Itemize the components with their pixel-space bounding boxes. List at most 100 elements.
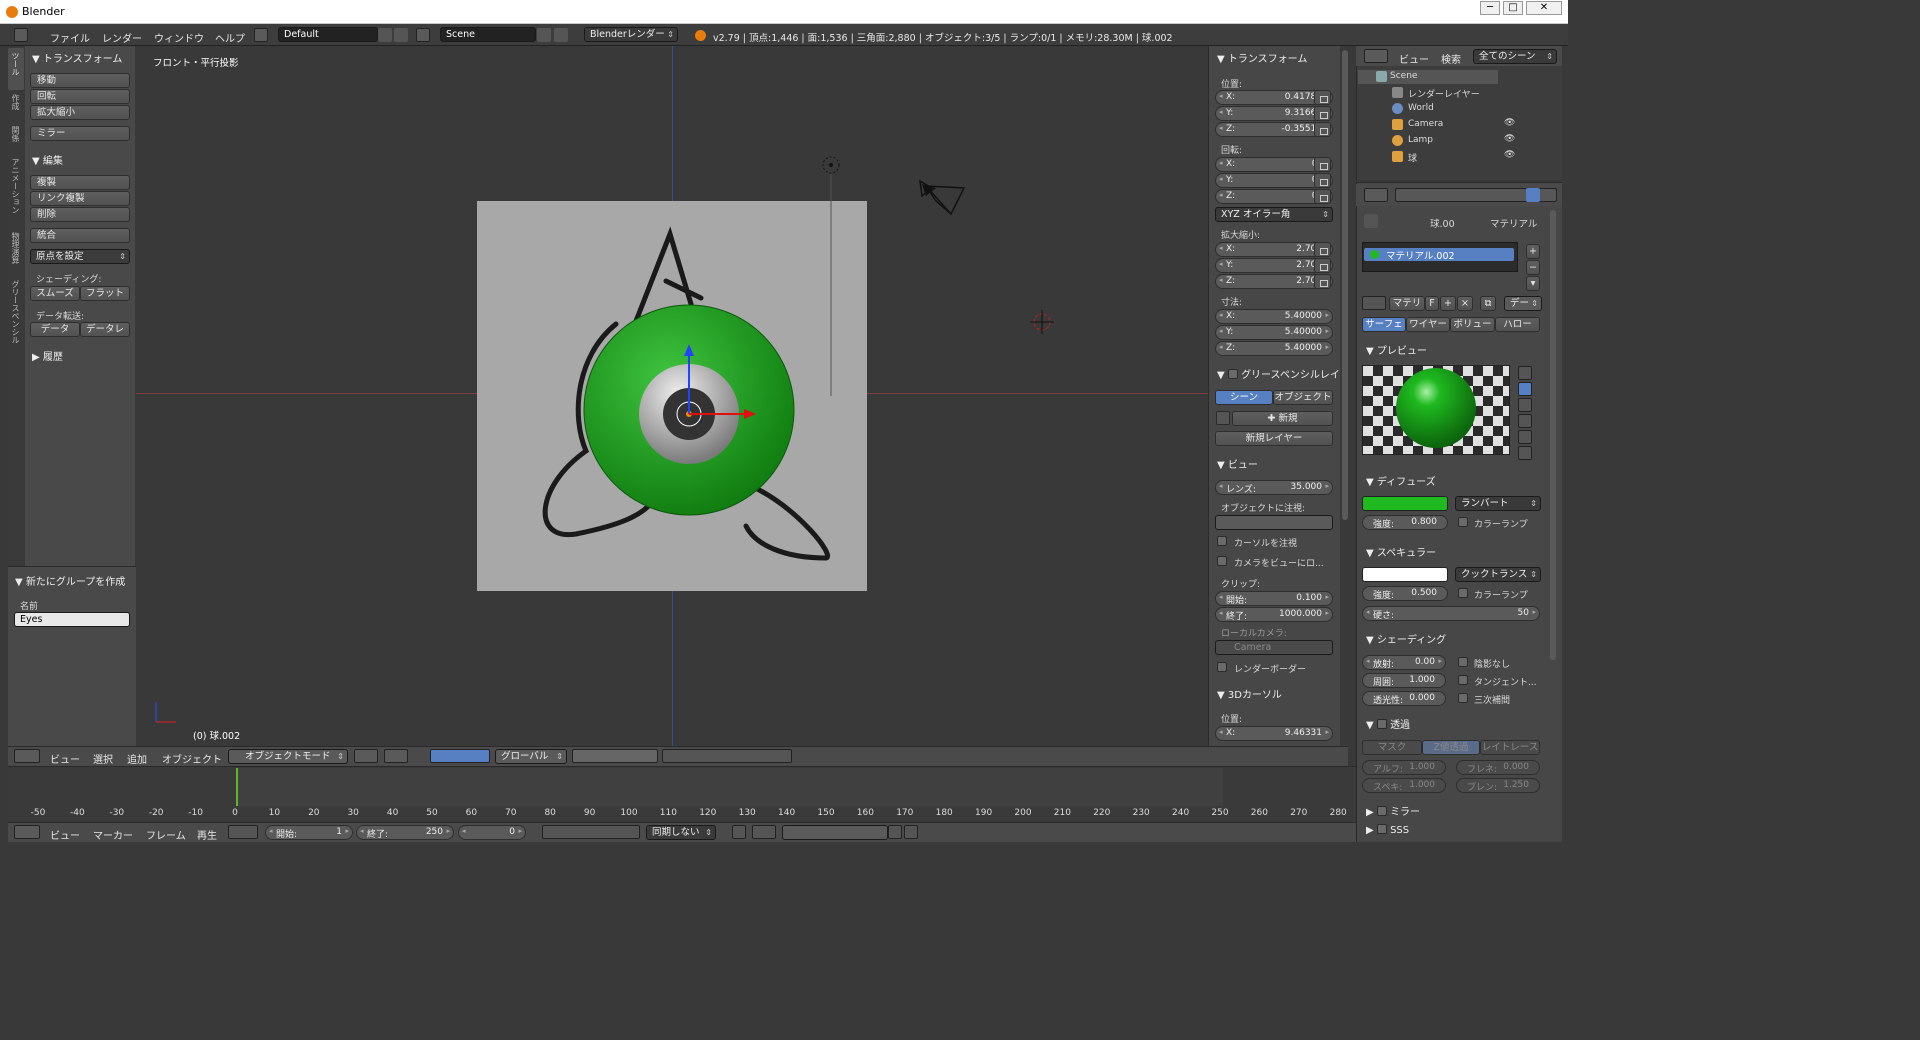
- shading-icon[interactable]: [354, 749, 378, 763]
- emit-field[interactable]: ◂ 放射: 0.00 ▸: [1362, 655, 1446, 670]
- view3d-menu-add[interactable]: 追加: [127, 751, 147, 766]
- mirror-button[interactable]: ミラー: [30, 126, 130, 141]
- add-layout-icon[interactable]: [378, 28, 392, 42]
- screen-layout-icon[interactable]: [254, 28, 268, 42]
- toolshelf-transform-header[interactable]: ▼ トランスフォーム: [32, 50, 122, 65]
- lock-location-y-icon[interactable]: [1314, 106, 1331, 121]
- join-button[interactable]: 統合: [30, 228, 130, 243]
- layers-icon[interactable]: [572, 749, 658, 763]
- gp-object-button[interactable]: オブジェクト: [1273, 390, 1333, 405]
- timeline-menu-frame[interactable]: フレーム: [146, 827, 186, 842]
- visibility-eye-icon[interactable]: 👁: [1504, 150, 1515, 160]
- view3d-menu-select[interactable]: 選択: [93, 751, 113, 766]
- slot-menu-button[interactable]: ▾: [1526, 276, 1540, 291]
- mirror-checkbox[interactable]: [1376, 806, 1387, 816]
- preview-cube-icon[interactable]: [1518, 398, 1532, 412]
- specular-ramp-checkbox[interactable]: [1458, 588, 1468, 598]
- editor-type-icon[interactable]: [14, 749, 40, 763]
- lock-rotation-y-icon[interactable]: [1314, 173, 1331, 188]
- shadeless-checkbox[interactable]: [1458, 657, 1468, 667]
- add-slot-button[interactable]: +: [1526, 244, 1540, 259]
- material-name-field[interactable]: マテリ: [1389, 296, 1425, 311]
- scene-icon[interactable]: [416, 28, 430, 42]
- cursor-x-field[interactable]: ◂ X: 9.46331 ▸: [1215, 726, 1333, 741]
- duplicate-linked-button[interactable]: リンク複製: [30, 191, 130, 206]
- view3d-menu-view[interactable]: ビュー: [50, 751, 80, 766]
- render-border-checkbox[interactable]: [1217, 662, 1227, 672]
- translate-button[interactable]: 移動: [30, 73, 130, 88]
- outliner-row-camera[interactable]: Camera 👁: [1358, 118, 1548, 132]
- end-frame-field[interactable]: ◂ 終了: 250 ▸: [356, 825, 454, 840]
- timeline-menu-marker[interactable]: マーカー: [93, 827, 133, 842]
- timeline-menu-view[interactable]: ビュー: [50, 827, 80, 842]
- lock-rotation-z-icon[interactable]: [1314, 189, 1331, 204]
- lock-scale-x-icon[interactable]: [1314, 242, 1331, 257]
- maximize-button[interactable]: □: [1503, 1, 1523, 15]
- data-transfer-button[interactable]: データ: [30, 322, 80, 337]
- npanel-scrollbar[interactable]: [1342, 50, 1348, 520]
- tab-grease-pencil[interactable]: グリースペンシル: [8, 278, 24, 362]
- outliner-editor-icon[interactable]: [1364, 49, 1388, 63]
- blend-field[interactable]: ブレン: 1.250: [1456, 778, 1540, 793]
- material-browse-icon[interactable]: [1362, 296, 1386, 310]
- gp-new-button[interactable]: ✚ 新規: [1232, 411, 1333, 426]
- delete-button[interactable]: 削除: [30, 207, 130, 222]
- duplicate-button[interactable]: 複製: [30, 175, 130, 190]
- mirror-header[interactable]: ▶ ミラー: [1366, 803, 1420, 818]
- dimensions-z-field[interactable]: ◂ Z: 5.40000 ▸: [1215, 341, 1333, 356]
- browse-data-button[interactable]: ⧉: [1480, 296, 1496, 311]
- pivot-icon[interactable]: [384, 749, 408, 763]
- snap-icon[interactable]: [662, 749, 792, 763]
- lock-rotation-x-icon[interactable]: [1314, 157, 1331, 172]
- scene-field[interactable]: Scene: [440, 27, 536, 42]
- tangent-checkbox[interactable]: [1458, 675, 1468, 685]
- fresnel-field[interactable]: フレネ: 0.000: [1456, 760, 1540, 775]
- lock-scale-z-icon[interactable]: [1314, 274, 1331, 289]
- rotation-mode-select[interactable]: XYZ オイラー角: [1215, 207, 1333, 222]
- transparency-checkbox[interactable]: [1376, 719, 1387, 729]
- tab-surface[interactable]: サーフェ: [1362, 317, 1406, 332]
- add-scene-icon[interactable]: [537, 28, 551, 42]
- screen-layout-field[interactable]: Default: [278, 27, 378, 42]
- clip-end-field[interactable]: ◂ 終了: 1000.000 ▸: [1215, 607, 1333, 622]
- dimensions-x-field[interactable]: ◂ X: 5.40000 ▸: [1215, 309, 1333, 324]
- preview-sky-icon[interactable]: [1518, 446, 1532, 460]
- remove-slot-button[interactable]: −: [1526, 260, 1540, 275]
- sss-header[interactable]: ▶ SSS: [1366, 823, 1409, 836]
- grease-pencil-checkbox[interactable]: [1227, 369, 1238, 379]
- grease-pencil-header[interactable]: ▼ グリースペンシルレイ: [1217, 366, 1340, 381]
- keying-set-field[interactable]: [782, 825, 888, 840]
- group-name-input[interactable]: Eyes: [14, 612, 130, 627]
- camera-to-view-checkbox[interactable]: [1217, 556, 1227, 566]
- lock-scale-y-icon[interactable]: [1314, 258, 1331, 273]
- tab-animation[interactable]: アニメーション: [8, 156, 24, 228]
- specular-header[interactable]: ▼ スペキュラー: [1366, 544, 1436, 559]
- render-engine-select[interactable]: Blenderレンダー: [584, 27, 678, 42]
- scale-button[interactable]: 拡大縮小: [30, 105, 130, 120]
- outliner-row-renderlayers[interactable]: レンダーレイヤー: [1358, 86, 1498, 100]
- specular-shader-select[interactable]: クックトランス: [1455, 567, 1541, 582]
- toolshelf-edit-header[interactable]: ▼ 編集: [32, 152, 63, 167]
- trans-mask-button[interactable]: マスク: [1362, 740, 1422, 755]
- lock-cursor-checkbox[interactable]: [1217, 536, 1227, 546]
- outliner-row-lamp[interactable]: Lamp 👁: [1358, 134, 1548, 148]
- preview-monkey-icon[interactable]: [1518, 414, 1532, 428]
- shading-header[interactable]: ▼ シェーディング: [1366, 631, 1446, 646]
- flat-button[interactable]: フラット: [80, 286, 130, 301]
- outliner-row-scene[interactable]: Scene: [1358, 70, 1498, 84]
- menu-file[interactable]: ファイル: [50, 30, 90, 45]
- spec-alpha-field[interactable]: スペキ: 1.000: [1362, 778, 1446, 793]
- translucency-field[interactable]: 透光性: 0.000: [1362, 691, 1446, 706]
- smooth-button[interactable]: スムーズ: [30, 286, 80, 301]
- timeline-menu-playback[interactable]: 再生: [197, 827, 217, 842]
- insert-keyframe-icon[interactable]: [888, 825, 902, 839]
- orientation-select[interactable]: グローバル: [495, 749, 567, 764]
- dimensions-y-field[interactable]: ◂ Y: 5.40000 ▸: [1215, 325, 1333, 340]
- unlink-material-button[interactable]: ×: [1457, 296, 1473, 311]
- diffuse-intensity-field[interactable]: 強度: 0.800: [1362, 515, 1448, 530]
- outliner-filter-select[interactable]: 全てのシーン: [1473, 49, 1557, 64]
- new-material-button[interactable]: +: [1440, 296, 1456, 311]
- menu-window[interactable]: ウィンドウ: [154, 30, 204, 45]
- pencil-icon[interactable]: [1216, 411, 1230, 425]
- preview-hair-icon[interactable]: [1518, 430, 1532, 444]
